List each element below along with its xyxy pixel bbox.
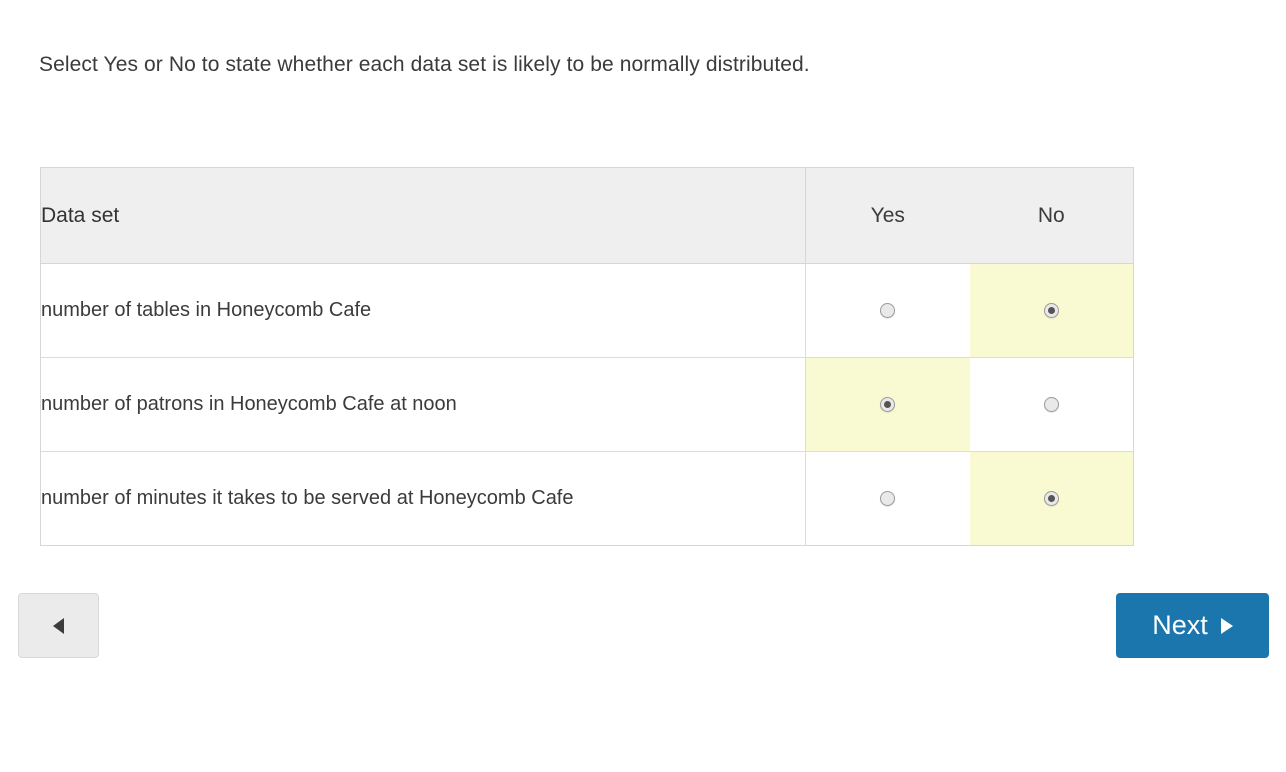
radio-yes[interactable] (880, 396, 896, 412)
radio-no[interactable] (1043, 490, 1059, 506)
no-option-cell[interactable] (969, 357, 1134, 452)
back-button[interactable] (18, 593, 99, 658)
no-option-cell[interactable] (969, 263, 1134, 358)
table-header-row: Data set Yes No (40, 167, 1134, 264)
column-header-no: No (969, 167, 1134, 264)
radio-no[interactable] (1043, 396, 1059, 412)
yes-option-cell[interactable] (805, 263, 970, 358)
next-button[interactable]: Next (1116, 593, 1269, 658)
radio-yes[interactable] (880, 302, 896, 318)
row-label: number of tables in Honeycomb Cafe (40, 263, 806, 358)
triangle-right-icon (1220, 617, 1233, 634)
yes-no-matrix-table: Data set Yes No number of tables in Hone… (40, 167, 1134, 546)
row-label: number of patrons in Honeycomb Cafe at n… (40, 357, 806, 452)
triangle-left-icon (53, 617, 64, 634)
table-body: number of tables in Honeycomb Cafe numbe… (40, 263, 1134, 546)
next-button-label: Next (1152, 610, 1208, 640)
radio-yes[interactable] (880, 490, 896, 506)
table-header: Data set Yes No (40, 167, 1134, 264)
radio-no[interactable] (1043, 302, 1059, 318)
no-option-cell[interactable] (969, 451, 1134, 546)
question-prompt: Select Yes or No to state whether each d… (39, 53, 810, 76)
column-header-data-set: Data set (40, 167, 806, 264)
table-row: number of tables in Honeycomb Cafe (40, 263, 1134, 358)
row-label: number of minutes it takes to be served … (40, 451, 806, 546)
table-row: number of patrons in Honeycomb Cafe at n… (40, 357, 1134, 452)
column-header-yes: Yes (805, 167, 970, 264)
yes-option-cell[interactable] (805, 451, 970, 546)
yes-option-cell[interactable] (805, 357, 970, 452)
table-row: number of minutes it takes to be served … (40, 451, 1134, 546)
